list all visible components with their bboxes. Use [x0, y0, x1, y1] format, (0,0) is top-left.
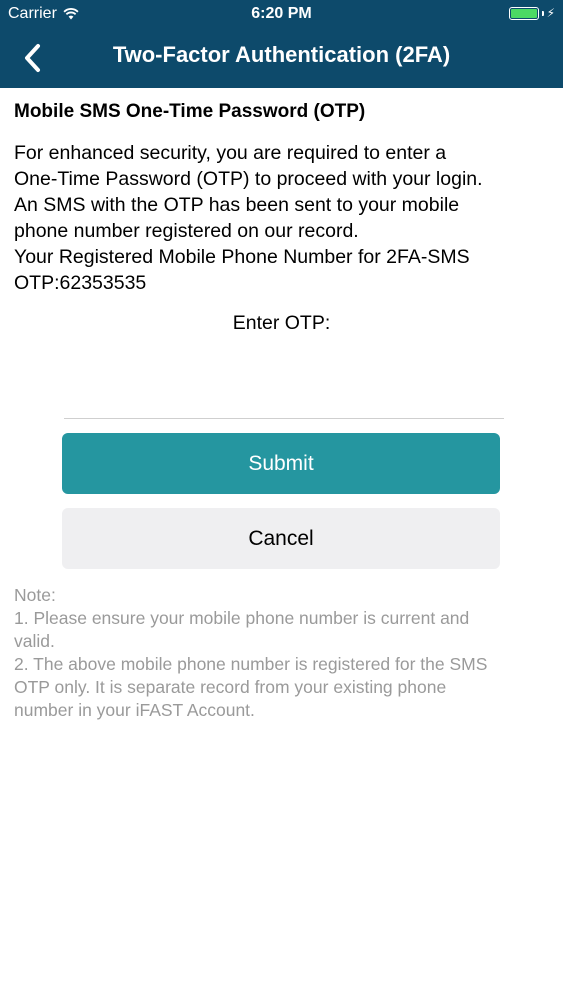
cancel-button[interactable]: Cancel	[62, 508, 500, 569]
note-line: 1. Please ensure your mobile phone numbe…	[14, 608, 470, 628]
note-line: valid.	[14, 631, 55, 651]
page-title: Two-Factor Authentication (2FA)	[112, 42, 451, 67]
app-header: Carrier 6:20 PM ⚡︎ Two-Factor Authentica…	[0, 0, 563, 88]
battery-icon	[508, 6, 539, 20]
otp-description: For enhanced security, you are required …	[14, 140, 549, 296]
status-bar: Carrier 6:20 PM ⚡︎	[0, 0, 563, 28]
note-line: 2. The above mobile phone number is regi…	[14, 654, 488, 674]
note-section: Note: 1. Please ensure your mobile phone…	[14, 584, 549, 722]
section-title: Mobile SMS One-Time Password (OTP)	[14, 101, 366, 122]
status-time: 6:20 PM	[251, 5, 312, 22]
navigation-bar: Two-Factor Authentication (2FA)	[0, 28, 563, 88]
description-line: phone number registered on our record.	[14, 220, 359, 242]
battery-tip	[541, 10, 544, 16]
note-heading: Note:	[14, 585, 56, 605]
otp-content: Mobile SMS One-Time Password (OTP) For e…	[14, 100, 549, 296]
otp-label: Enter OTP:	[232, 312, 331, 334]
battery-indicator: ⚡︎	[508, 6, 555, 20]
battery-fill	[510, 8, 537, 18]
description-line: One-Time Password (OTP) to proceed with …	[14, 168, 483, 190]
submit-button[interactable]: Submit	[62, 433, 500, 494]
description-line: Your Registered Mobile Phone Number for …	[14, 246, 470, 268]
note-line: number in your iFAST Account.	[14, 700, 255, 720]
otp-input[interactable]	[64, 360, 504, 419]
bolt-icon: ⚡︎	[546, 6, 555, 20]
description-line: For enhanced security, you are required …	[14, 142, 447, 164]
registered-phone-number: OTP:62353535	[14, 272, 147, 294]
note-line: OTP only. It is separate record from you…	[14, 677, 447, 697]
description-line: An SMS with the OTP has been sent to you…	[14, 194, 460, 216]
